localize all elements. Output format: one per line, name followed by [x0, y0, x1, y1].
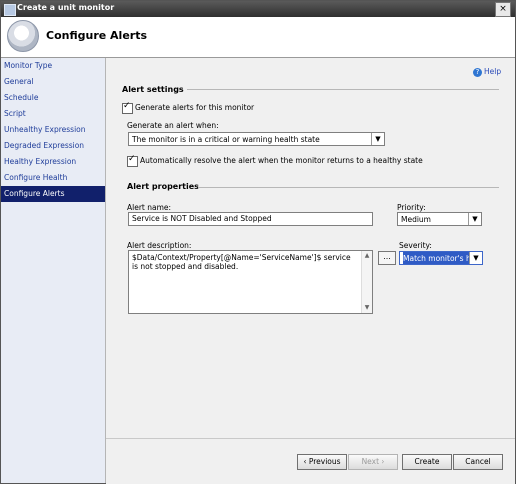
alert-name-input[interactable]: Service is NOT Disabled and Stopped — [128, 212, 373, 226]
generate-when-label: Generate an alert when: — [127, 121, 219, 130]
wizard-sidebar: Monitor Type General Schedule Script Unhealt… — [1, 58, 106, 483]
alert-settings-divider — [187, 89, 499, 90]
auto-resolve-checkbox[interactable] — [127, 154, 138, 167]
sidebar-item-healthy-expression[interactable]: Healthy Expression — [1, 154, 105, 170]
help-label: Help — [484, 67, 502, 76]
sidebar-item-schedule[interactable]: Schedule — [1, 90, 105, 106]
previous-button[interactable]: Previous — [297, 454, 347, 470]
priority-value: Medium — [401, 215, 431, 224]
cancel-button[interactable]: Cancel — [453, 454, 503, 470]
wizard-header-icon — [7, 20, 39, 52]
generate-alerts-checkbox[interactable] — [122, 101, 133, 114]
create-unit-monitor-window: Create a unit monitor × Configure Alerts… — [0, 0, 516, 484]
priority-label: Priority: — [397, 203, 426, 212]
window-icon — [4, 4, 16, 16]
chevron-down-icon: ▼ — [469, 252, 482, 264]
alert-settings-heading: Alert settings — [122, 85, 184, 94]
chevron-down-icon: ▼ — [468, 213, 481, 225]
severity-value: Match monitor's health — [403, 252, 471, 264]
next-button[interactable]: Next — [348, 454, 398, 470]
chevron-down-icon: ▼ — [371, 133, 384, 145]
description-scrollbar[interactable]: ▲ ▼ — [361, 251, 372, 313]
priority-dropdown[interactable]: Medium ▼ — [397, 212, 482, 226]
sidebar-item-monitor-type[interactable]: Monitor Type — [1, 58, 105, 74]
window-title: Create a unit monitor — [17, 3, 115, 12]
generate-when-dropdown[interactable]: The monitor is in a critical or warning … — [128, 132, 385, 146]
alert-name-label: Alert name: — [127, 203, 172, 212]
scroll-down-icon[interactable]: ▼ — [362, 303, 372, 313]
title-bar: Create a unit monitor × — [1, 1, 515, 17]
sidebar-item-general[interactable]: General — [1, 74, 105, 90]
auto-resolve-label: Automatically resolve the alert when the… — [140, 156, 423, 165]
help-link[interactable]: ? Help — [473, 67, 501, 77]
severity-label: Severity: — [399, 241, 432, 250]
sidebar-item-degraded-expression[interactable]: Degraded Expression — [1, 138, 105, 154]
sidebar-item-script[interactable]: Script — [1, 106, 105, 122]
alert-properties-heading: Alert properties — [127, 182, 199, 191]
description-ellipsis-button[interactable]: ... — [378, 251, 396, 265]
wizard-header: Configure Alerts — [1, 17, 515, 58]
alert-description-label: Alert description: — [127, 241, 192, 250]
wizard-footer: Previous Next Create Cancel — [106, 438, 515, 484]
close-button[interactable]: × — [495, 2, 511, 17]
severity-dropdown[interactable]: Match monitor's health ▼ — [399, 251, 483, 265]
generate-alerts-label: Generate alerts for this monitor — [135, 103, 255, 112]
configure-alerts-panel: ?Help Alert settings Generate alerts for… — [106, 58, 515, 438]
alert-description-value: $Data/Context/Property[@Name='ServiceNam… — [132, 253, 351, 271]
scroll-up-icon[interactable]: ▲ — [362, 251, 372, 261]
alert-description-textarea[interactable]: $Data/Context/Property[@Name='ServiceNam… — [128, 250, 373, 314]
sidebar-item-unhealthy-expression[interactable]: Unhealthy Expression — [1, 122, 105, 138]
wizard-step-list: Monitor Type General Schedule Script Unhealt… — [1, 58, 105, 202]
help-icon: ? — [473, 68, 482, 77]
sidebar-item-configure-health[interactable]: Configure Health — [1, 170, 105, 186]
alert-properties-divider — [198, 187, 499, 188]
page-title: Configure Alerts — [46, 29, 148, 42]
create-button[interactable]: Create — [402, 454, 452, 470]
sidebar-item-configure-alerts[interactable]: Configure Alerts — [1, 186, 105, 202]
generate-when-value: The monitor is in a critical or warning … — [132, 135, 320, 144]
